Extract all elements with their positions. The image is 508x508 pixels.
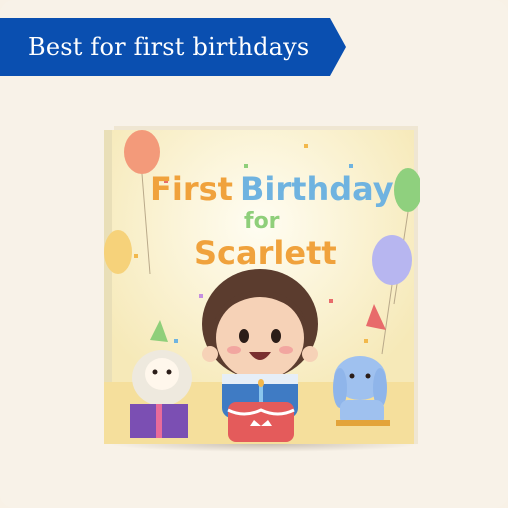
book-cover-image[interactable]: First Birthday for Scarlett — [104, 124, 422, 446]
best-for-badge: Best for first birthdays — [0, 18, 346, 76]
title-name: Scarlett — [194, 234, 337, 272]
title-for: for — [244, 209, 280, 234]
product-card[interactable]: Best for first birthdays First Birthday … — [0, 0, 508, 508]
badge-label: Best for first birthdays — [28, 33, 310, 61]
title-birthday: Birthday — [240, 170, 394, 208]
title-first: First — [150, 170, 233, 208]
